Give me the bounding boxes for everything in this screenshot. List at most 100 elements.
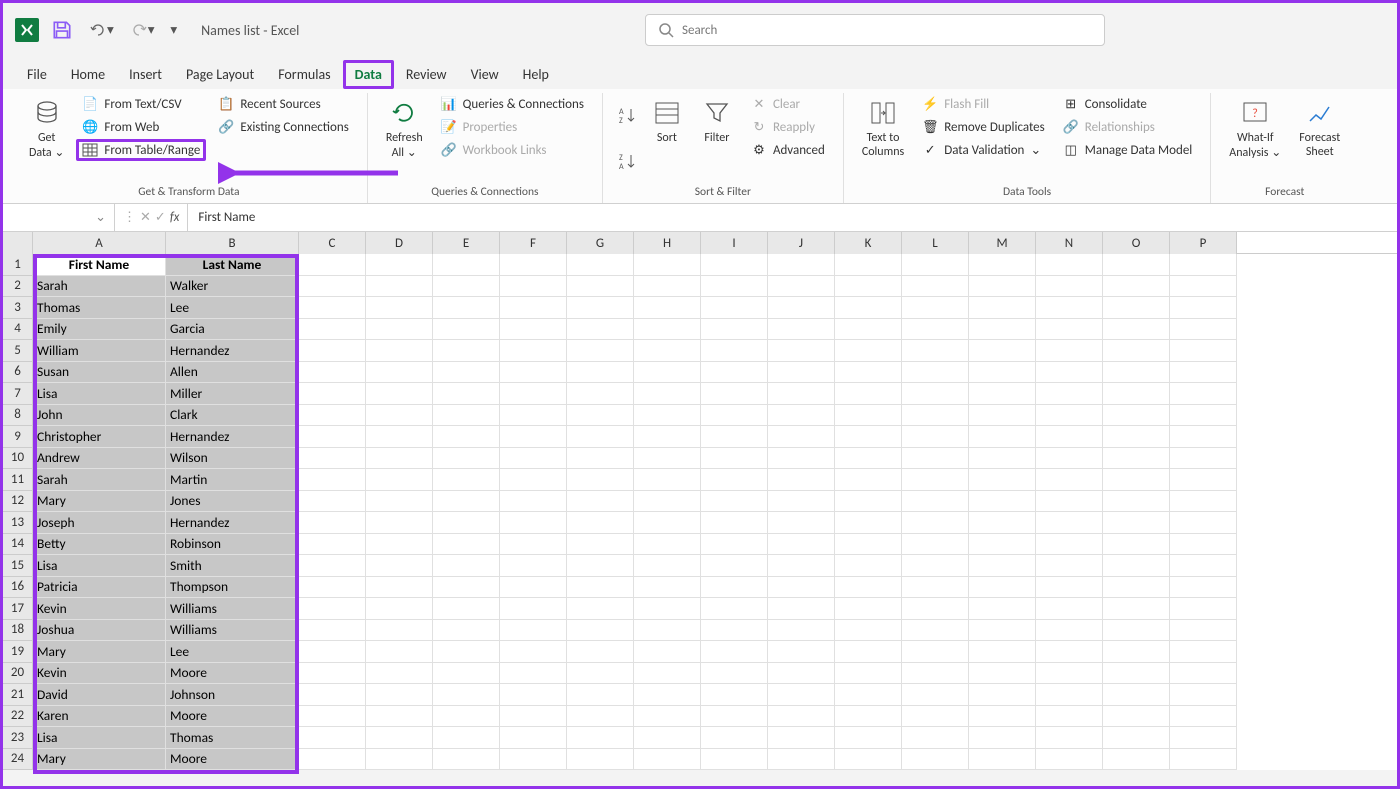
column-header[interactable]: I [701, 232, 768, 254]
cell[interactable] [768, 362, 835, 384]
cell[interactable] [634, 749, 701, 771]
cell[interactable] [634, 727, 701, 749]
cell[interactable] [701, 469, 768, 491]
cell[interactable] [500, 405, 567, 427]
cell[interactable] [969, 491, 1036, 513]
row-header[interactable]: 4 [3, 319, 33, 341]
cell[interactable] [567, 706, 634, 728]
cell[interactable] [902, 577, 969, 599]
cell[interactable] [701, 749, 768, 771]
cell[interactable] [835, 555, 902, 577]
row-header[interactable]: 8 [3, 405, 33, 427]
cell[interactable] [500, 383, 567, 405]
cell[interactable] [701, 620, 768, 642]
cell[interactable] [1036, 448, 1103, 470]
cell[interactable] [1036, 598, 1103, 620]
cell[interactable] [902, 598, 969, 620]
cell[interactable]: Betty [33, 534, 166, 556]
cell[interactable]: Sarah [33, 276, 166, 298]
from-web-button[interactable]: 🌐From Web [76, 116, 206, 138]
cell[interactable] [969, 620, 1036, 642]
cell[interactable] [902, 491, 969, 513]
cell[interactable] [634, 362, 701, 384]
cell[interactable] [567, 491, 634, 513]
cell[interactable] [433, 383, 500, 405]
cell[interactable] [500, 297, 567, 319]
cell[interactable]: David [33, 684, 166, 706]
cell[interactable] [1103, 706, 1170, 728]
cell[interactable] [500, 276, 567, 298]
row-header[interactable]: 19 [3, 641, 33, 663]
cell[interactable] [433, 319, 500, 341]
cell[interactable] [299, 469, 366, 491]
cell[interactable]: Martin [166, 469, 299, 491]
cell[interactable] [902, 297, 969, 319]
cell[interactable] [1036, 577, 1103, 599]
cell[interactable]: Lee [166, 297, 299, 319]
cell[interactable] [433, 641, 500, 663]
cell[interactable] [1036, 297, 1103, 319]
cell[interactable] [366, 684, 433, 706]
cell[interactable] [1170, 297, 1237, 319]
cell[interactable] [433, 577, 500, 599]
cell[interactable] [969, 254, 1036, 276]
cell[interactable] [366, 469, 433, 491]
sort-za-button[interactable]: ZA [615, 149, 639, 173]
cell[interactable] [500, 598, 567, 620]
cell[interactable]: Kevin [33, 663, 166, 685]
cell[interactable] [969, 684, 1036, 706]
cell[interactable] [701, 319, 768, 341]
consolidate-button[interactable]: ⊞Consolidate [1057, 93, 1199, 115]
tab-insert[interactable]: Insert [117, 60, 174, 89]
cell[interactable] [299, 663, 366, 685]
cell[interactable]: Clark [166, 405, 299, 427]
cell[interactable] [634, 706, 701, 728]
cell[interactable]: Kevin [33, 598, 166, 620]
cell[interactable] [500, 491, 567, 513]
cell[interactable] [1036, 706, 1103, 728]
cell[interactable] [366, 448, 433, 470]
cell[interactable] [366, 534, 433, 556]
cell[interactable]: Lisa [33, 727, 166, 749]
cell[interactable] [768, 405, 835, 427]
cell[interactable] [634, 297, 701, 319]
cell[interactable]: Hernandez [166, 512, 299, 534]
cell[interactable] [366, 749, 433, 771]
cell[interactable] [500, 426, 567, 448]
cell[interactable] [299, 598, 366, 620]
cell[interactable] [433, 663, 500, 685]
cell[interactable] [701, 276, 768, 298]
cell[interactable] [768, 577, 835, 599]
cell[interactable] [701, 684, 768, 706]
cell[interactable] [701, 383, 768, 405]
column-header[interactable]: B [166, 232, 299, 254]
cell[interactable] [366, 727, 433, 749]
sort-az-button[interactable]: AZ [615, 103, 639, 127]
cell[interactable] [902, 319, 969, 341]
cell[interactable] [1103, 577, 1170, 599]
cell[interactable] [433, 254, 500, 276]
cell[interactable] [1103, 469, 1170, 491]
cell[interactable]: Allen [166, 362, 299, 384]
cell[interactable] [500, 512, 567, 534]
row-header[interactable]: 21 [3, 684, 33, 706]
row-header[interactable]: 15 [3, 555, 33, 577]
cell[interactable]: Thomas [33, 297, 166, 319]
data-validation-button[interactable]: ✓Data Validation ⌄ [916, 139, 1051, 161]
row-header[interactable]: 7 [3, 383, 33, 405]
cell[interactable] [366, 706, 433, 728]
cell[interactable] [701, 555, 768, 577]
cell[interactable] [1103, 534, 1170, 556]
cell[interactable] [366, 555, 433, 577]
column-header[interactable]: O [1103, 232, 1170, 254]
cell[interactable] [1170, 491, 1237, 513]
cell[interactable] [366, 362, 433, 384]
cell[interactable] [1036, 684, 1103, 706]
cell[interactable] [433, 749, 500, 771]
column-header[interactable]: M [969, 232, 1036, 254]
cell[interactable] [969, 663, 1036, 685]
row-header[interactable]: 16 [3, 577, 33, 599]
cell[interactable] [500, 684, 567, 706]
cell[interactable]: Hernandez [166, 426, 299, 448]
cell[interactable]: Last Name [166, 254, 299, 276]
